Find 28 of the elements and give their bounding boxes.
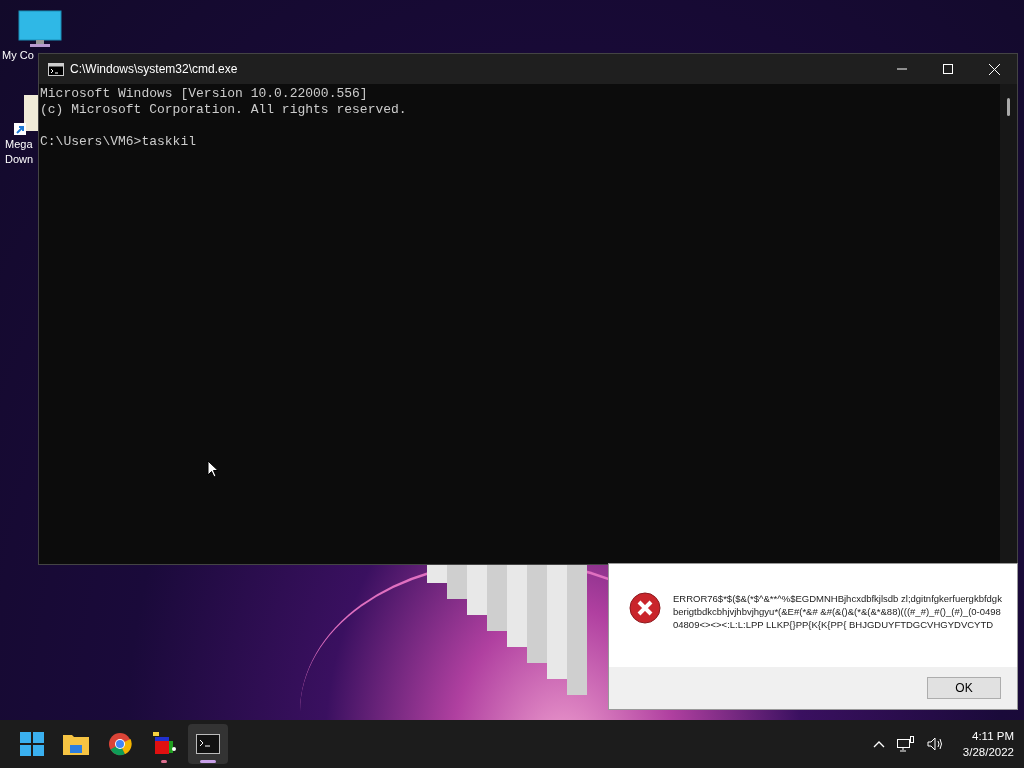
error-message: ERROR76$*$($&(*$^&**^%$EGDMNHBjhcxdbfkjlsdb zl;dgitnfgkerfuergkbfdgkberigtbdkcbhjvjhbvjhgyu*(&E#(*&# &#(&()&(*&(&*&88)(((#_#)_#()_(#)_(0-049804809<><><:L:L:LPP LLKP{}PP{K{K{PP{ BHJGDUYFTDGCVHGYDVCYTD xyxy=(673,592,1003,631)
window-title: C:\Windows\system32\cmd.exe xyxy=(70,62,238,76)
console-app-icon xyxy=(48,62,64,76)
error-icon xyxy=(629,592,661,624)
chevron-up-icon[interactable] xyxy=(872,740,885,748)
close-icon xyxy=(988,63,1000,75)
desktop-icon-label: Down xyxy=(5,152,34,167)
console-line: (c) Microsoft Corporation. All rights reserved. xyxy=(40,102,407,118)
clock-date[interactable]: 3/28/2022 xyxy=(962,744,1014,760)
ok-button[interactable]: OK xyxy=(927,677,1001,699)
taskbar-app-button[interactable] xyxy=(188,724,228,764)
browser-icon xyxy=(108,732,132,756)
clock-time[interactable]: 4:11 PM xyxy=(972,728,1014,744)
mouse-pointer-icon xyxy=(207,460,219,478)
desktop-icon-label: Mega xyxy=(5,137,33,152)
console-line: Microsoft Windows [Version 10.0.22000.556] xyxy=(40,86,368,102)
shortcut-file-icon[interactable] xyxy=(14,93,38,137)
folder-icon xyxy=(63,733,89,755)
maximize-icon xyxy=(943,64,953,74)
windows-logo-icon xyxy=(20,732,44,756)
speaker-icon[interactable] xyxy=(926,737,945,751)
console-prompt: C:\Users\VM6>taskkil xyxy=(40,134,197,150)
desktop-icon-label: My Co xyxy=(2,48,34,63)
terminal-icon xyxy=(196,734,220,754)
network-icon[interactable] xyxy=(896,736,915,752)
colored-cube-icon xyxy=(151,732,177,756)
monitor-icon[interactable] xyxy=(18,10,62,48)
scrollbar[interactable] xyxy=(1000,84,1017,564)
